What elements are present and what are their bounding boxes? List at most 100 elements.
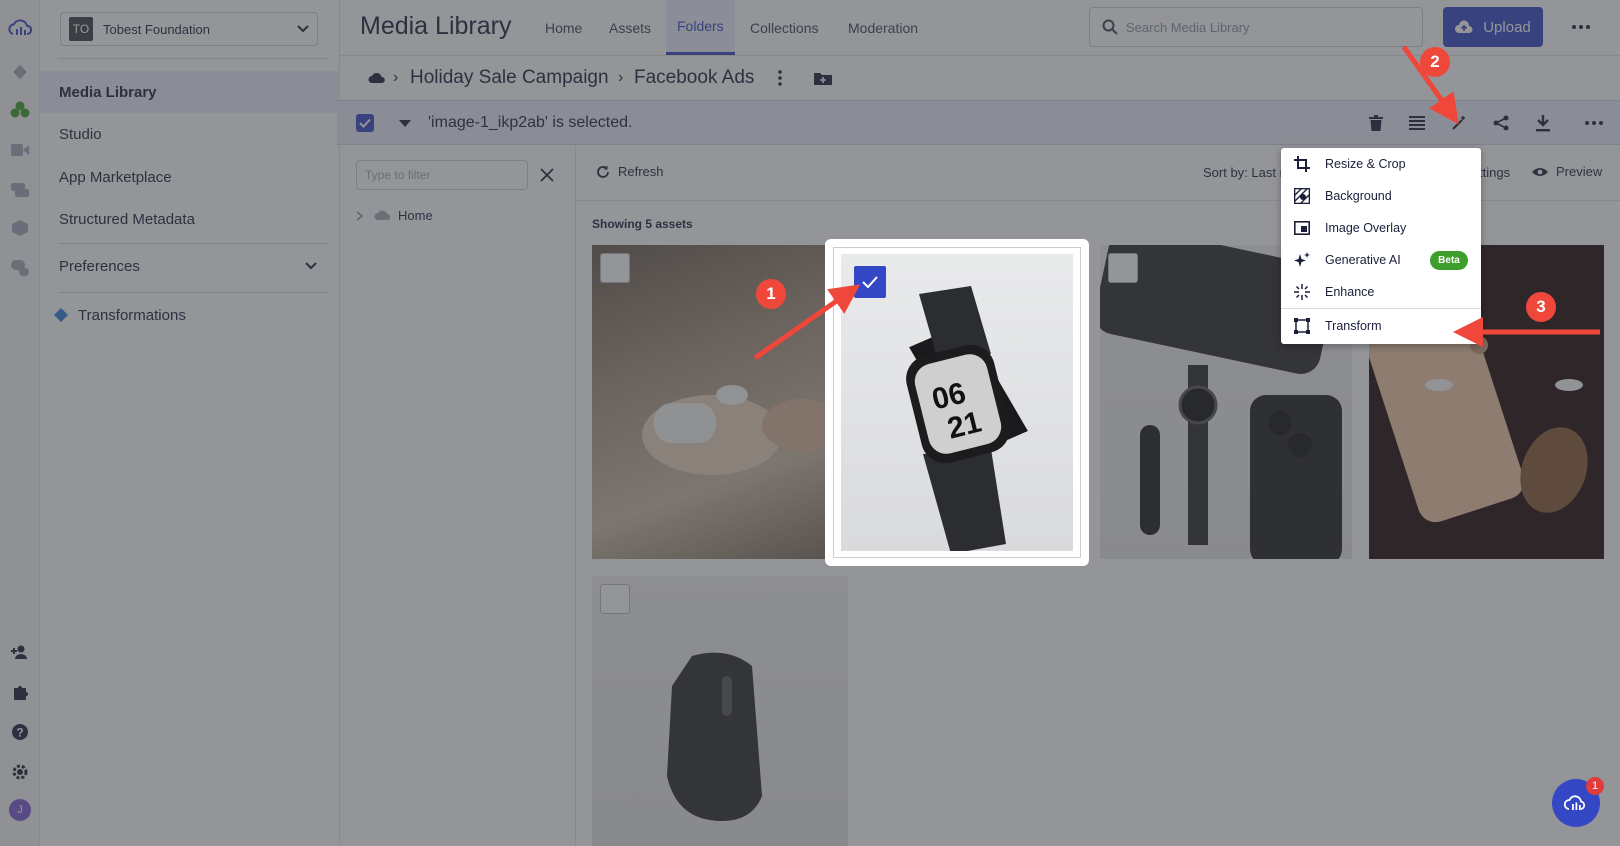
tab-folders[interactable]: Folders (666, 0, 735, 55)
upload-button[interactable]: Upload (1443, 7, 1543, 47)
help-chat-button[interactable]: 1 (1552, 777, 1604, 827)
background-icon (1293, 187, 1311, 205)
menu-item-label: Resize & Crop (1325, 157, 1406, 171)
tab-assets[interactable]: Assets (598, 0, 662, 55)
selection-bar: 'image-1_ikp2ab' is selected. (337, 100, 1620, 145)
upload-label: Upload (1483, 18, 1531, 36)
cloud-upload-icon (1455, 20, 1473, 33)
refresh-icon (597, 165, 609, 178)
avatar-initial: J (9, 799, 31, 821)
settings-button[interactable]: ttings (1479, 165, 1510, 180)
breadcrumb-subfolder[interactable]: Facebook Ads (634, 67, 754, 89)
menu-item-label: Generative AI (1325, 253, 1401, 267)
image-overlay-icon (1293, 219, 1311, 237)
crop-icon (1293, 155, 1311, 173)
assets-icon[interactable] (8, 60, 32, 84)
vertical-dots-icon[interactable] (778, 70, 782, 86)
edit-menu: Resize & Crop Background Image Overlay G… (1281, 148, 1481, 344)
nav-label: App Marketplace (59, 168, 172, 186)
puzzle-icon[interactable] (8, 680, 32, 704)
cloud-home-icon[interactable] (368, 72, 386, 84)
select-all-checkbox[interactable] (356, 114, 374, 132)
nav-label: Media Library (59, 83, 157, 101)
nav-item-media-library[interactable]: Media Library (40, 71, 340, 113)
asset-thumbnail[interactable] (592, 576, 848, 846)
nav-label: Studio (59, 125, 102, 143)
asset-thumbnail[interactable] (592, 245, 844, 559)
search-icon (1102, 19, 1118, 35)
cube-icon[interactable] (8, 216, 32, 240)
menu-item-label: Image Overlay (1325, 221, 1407, 235)
tab-moderation[interactable]: Moderation (837, 0, 929, 55)
sparkle-icon (1293, 251, 1311, 269)
transform-icon (1293, 317, 1311, 335)
folder-tree-panel: Type to filter Home (340, 146, 576, 846)
breadcrumb-folder[interactable]: Holiday Sale Campaign (410, 67, 609, 89)
clear-filter-icon[interactable] (540, 168, 554, 182)
help-icon[interactable]: ? (8, 720, 32, 744)
sort-dropdown[interactable]: Sort by: Last m (1203, 165, 1290, 180)
mouse-photo (667, 652, 762, 821)
breadcrumb-separator: › (393, 69, 399, 86)
notification-count: 1 (1586, 777, 1604, 795)
nav-item-app-marketplace[interactable]: App Marketplace (40, 156, 340, 198)
selection-text: 'image-1_ikp2ab' is selected. (428, 114, 633, 131)
settings-icon[interactable] (8, 760, 32, 784)
user-avatar[interactable]: J (8, 798, 32, 822)
messages-icon[interactable] (8, 178, 32, 202)
annotation-marker-2: 2 (1420, 47, 1450, 77)
add-user-icon[interactable] (8, 640, 32, 664)
download-icon[interactable] (1530, 110, 1556, 136)
magic-wand-icon[interactable] (1446, 110, 1472, 136)
media-library-icon[interactable] (8, 98, 32, 122)
asset-checkbox-checked[interactable] (854, 266, 886, 298)
menu-item-resize-crop[interactable]: Resize & Crop (1281, 148, 1481, 180)
menu-item-transform[interactable]: Transform (1281, 310, 1481, 342)
new-folder-icon[interactable] (814, 71, 832, 85)
list-icon[interactable] (1404, 110, 1430, 136)
tree-item-label: Home (398, 208, 433, 223)
account-selector[interactable]: TO Tobest Foundation (60, 12, 318, 46)
tree-item-home[interactable]: Home (356, 208, 433, 223)
refresh-button[interactable]: Refresh (596, 164, 664, 179)
asset-checkbox[interactable] (600, 584, 630, 614)
page-title: Media Library (360, 12, 512, 40)
video-icon[interactable] (8, 138, 32, 162)
left-navigation: TO Tobest Foundation Media Library Studi… (40, 0, 340, 846)
nav-item-preferences[interactable]: Preferences (40, 245, 340, 287)
cloud-logo-icon (1564, 795, 1586, 810)
asset-checkbox[interactable] (600, 253, 630, 283)
menu-item-image-overlay[interactable]: Image Overlay (1281, 212, 1481, 244)
asset-checkbox[interactable] (1108, 253, 1138, 283)
menu-divider (1281, 308, 1481, 309)
search-input[interactable]: Search Media Library (1089, 7, 1423, 47)
preview-toggle[interactable]: Preview (1532, 164, 1602, 179)
nav-item-studio[interactable]: Studio (40, 113, 340, 155)
tab-home[interactable]: Home (534, 0, 593, 55)
caret-down-icon[interactable] (399, 120, 411, 128)
airpods-photo (642, 385, 842, 475)
chevron-right-icon[interactable] (356, 210, 364, 221)
more-actions-icon[interactable] (1581, 110, 1607, 136)
menu-item-label: Enhance (1325, 285, 1375, 299)
menu-item-enhance[interactable]: Enhance (1281, 276, 1481, 308)
menu-item-label: Transform (1325, 319, 1382, 333)
nav-item-structured-metadata[interactable]: Structured Metadata (40, 198, 340, 240)
beta-badge: Beta (1430, 251, 1468, 270)
share-icon[interactable] (1488, 110, 1514, 136)
enhance-icon (1293, 283, 1311, 301)
tab-collections[interactable]: Collections (739, 0, 829, 55)
folder-filter-input[interactable]: Type to filter (356, 160, 528, 190)
delete-icon[interactable] (1363, 110, 1389, 136)
nav-label: Preferences (59, 257, 140, 275)
cloudinary-logo-icon[interactable] (8, 16, 32, 40)
chat-icon[interactable] (8, 256, 32, 280)
cloud-icon (374, 210, 390, 220)
selected-asset-card[interactable]: 06 21 (825, 239, 1089, 566)
menu-item-background[interactable]: Background (1281, 180, 1481, 212)
menu-item-generative-ai[interactable]: Generative AI Beta (1281, 244, 1481, 276)
menu-item-label: Background (1325, 189, 1392, 203)
asset-count: Showing 5 assets (592, 217, 693, 231)
nav-item-transformations[interactable]: Transformations (40, 294, 340, 336)
more-options-icon[interactable] (1568, 14, 1594, 40)
